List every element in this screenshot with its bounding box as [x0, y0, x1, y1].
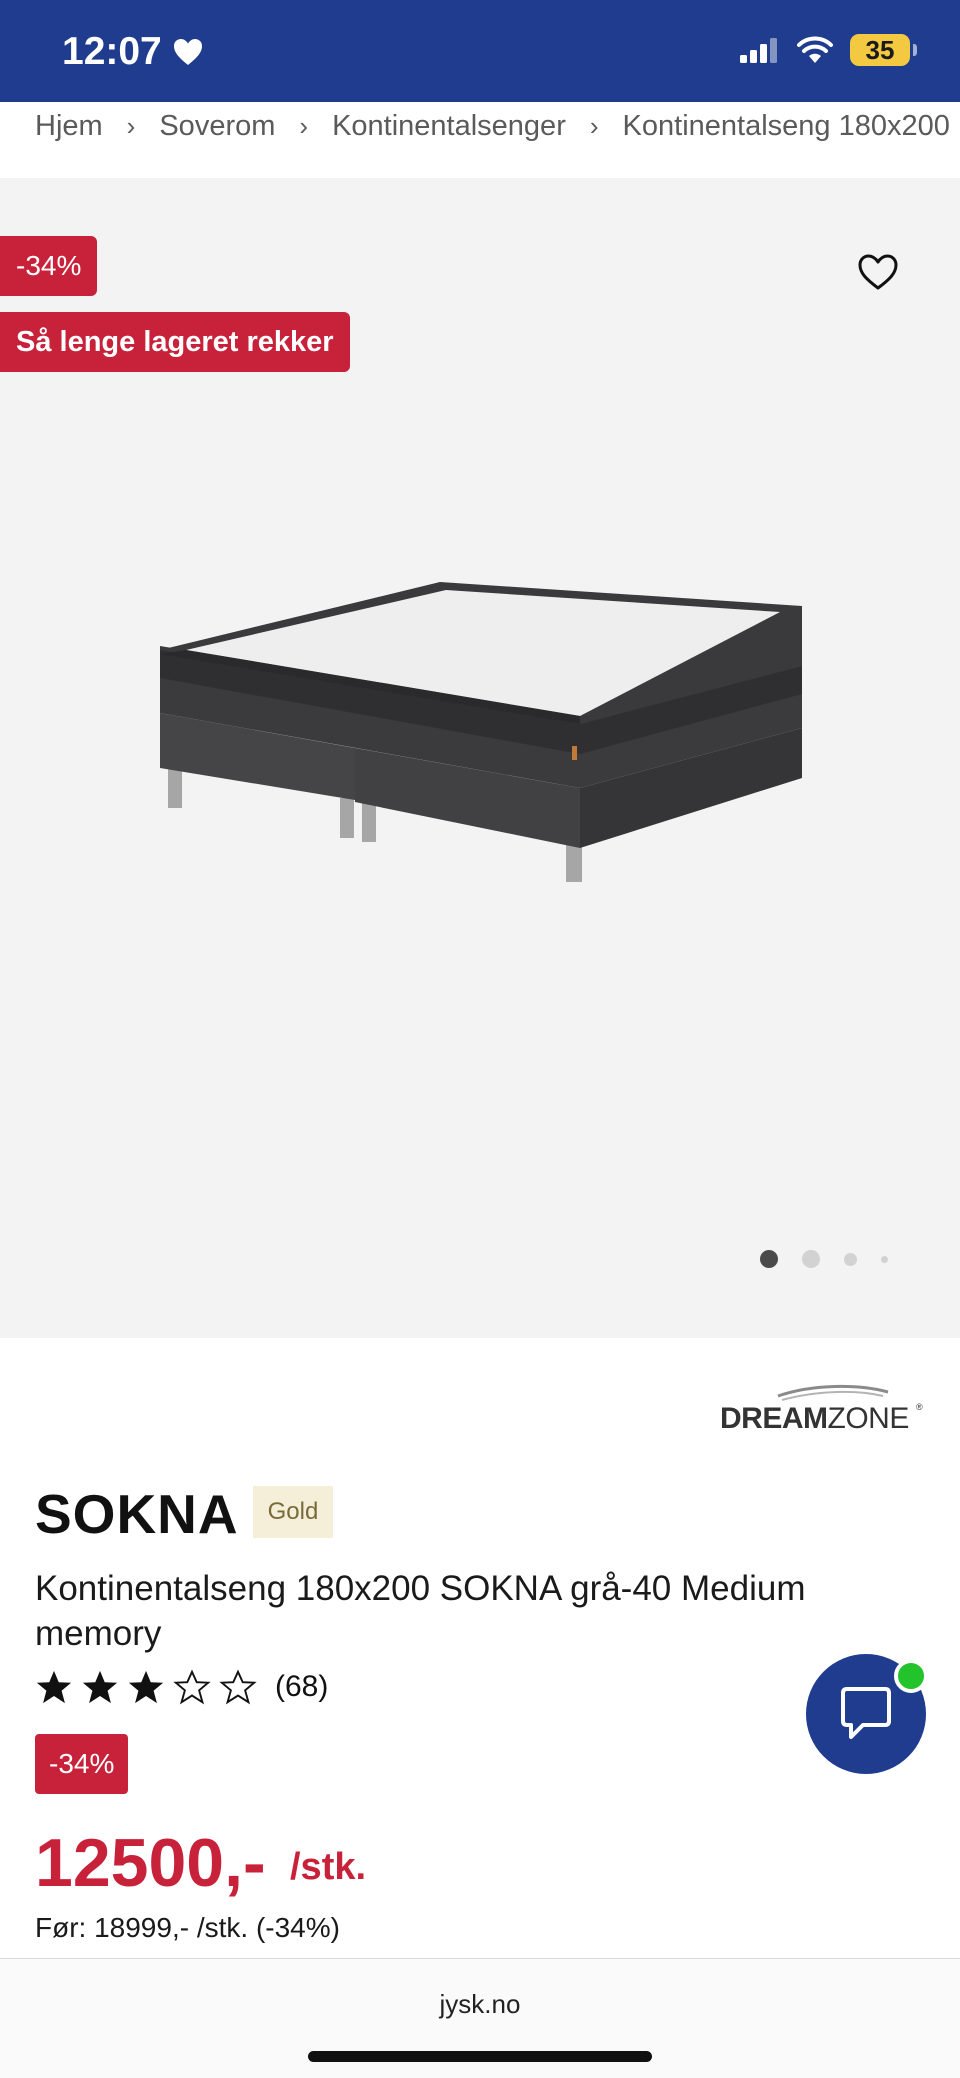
star-outline-icon	[173, 1669, 211, 1705]
online-indicator	[894, 1659, 928, 1693]
product-name: SOKNA	[35, 1483, 239, 1545]
battery-indicator: 35	[850, 34, 917, 66]
url-label[interactable]: jysk.no	[0, 1989, 960, 2020]
status-time-text: 12:07	[62, 30, 162, 73]
star-outline-icon	[219, 1669, 257, 1705]
chevron-right-icon: ›	[299, 111, 309, 141]
rating-count[interactable]: (68)	[275, 1670, 328, 1704]
gallery-dot-1[interactable]	[760, 1250, 778, 1268]
star-filled-icon	[36, 1670, 72, 1704]
breadcrumb-item-current[interactable]: Kontinentalseng 180x200	[623, 110, 950, 143]
svg-text:®: ®	[916, 1402, 923, 1412]
before-price: Før: 18999,- /stk. (-34%)	[35, 1912, 340, 1943]
chat-bubble-icon	[841, 1687, 891, 1739]
breadcrumb-item-home[interactable]: Hjem	[35, 110, 103, 143]
gallery-dot-4[interactable]	[881, 1255, 888, 1263]
chevron-right-icon: ›	[589, 111, 599, 141]
status-bar: 12:07 35	[0, 0, 960, 102]
breadcrumb-item-kontinentalsenger[interactable]: Kontinentalsenger	[332, 110, 566, 143]
status-time: 12:07	[62, 30, 204, 74]
chevron-right-icon: ›	[126, 111, 136, 141]
price-discount-badge: -34%	[35, 1734, 129, 1794]
status-indicators: 35	[740, 34, 917, 66]
gallery-dot-3[interactable]	[844, 1252, 857, 1266]
svg-text:DREAMZONE: DREAMZONE	[720, 1402, 909, 1435]
product-description: Kontinentalseng 180x200 SOKNA grå-40 Med…	[35, 1569, 806, 1653]
product-gallery[interactable]: -34% Så lenge lageret rekker	[0, 178, 960, 1338]
gallery-dot-2[interactable]	[802, 1250, 820, 1268]
home-indicator[interactable]	[308, 2051, 652, 2062]
discount-badge: -34%	[0, 236, 98, 296]
price-unit: /stk.	[290, 1846, 367, 1888]
wifi-icon	[797, 36, 833, 63]
heart-filled-icon	[173, 39, 202, 65]
gallery-pagination[interactable]	[760, 1250, 888, 1268]
breadcrumb-item-soverom[interactable]: Soverom	[159, 110, 275, 143]
stock-badge: Så lenge lageret rekker	[0, 312, 350, 372]
star-filled-icon	[82, 1670, 118, 1704]
brand-logo[interactable]: DREAMZONE ®	[718, 1382, 928, 1438]
price: 12500,-	[35, 1825, 266, 1901]
star-filled-icon	[128, 1670, 164, 1704]
tier-badge: Gold	[253, 1486, 333, 1538]
product-image	[160, 582, 802, 882]
browser-bottom-bar: jysk.no	[0, 1958, 960, 2078]
rating[interactable]: (68)	[35, 1668, 328, 1706]
signal-icon	[740, 38, 777, 63]
heart-outline-icon[interactable]	[854, 248, 902, 296]
breadcrumb: Hjem › Soverom › Kontinentalsenger › Kon…	[0, 102, 960, 178]
